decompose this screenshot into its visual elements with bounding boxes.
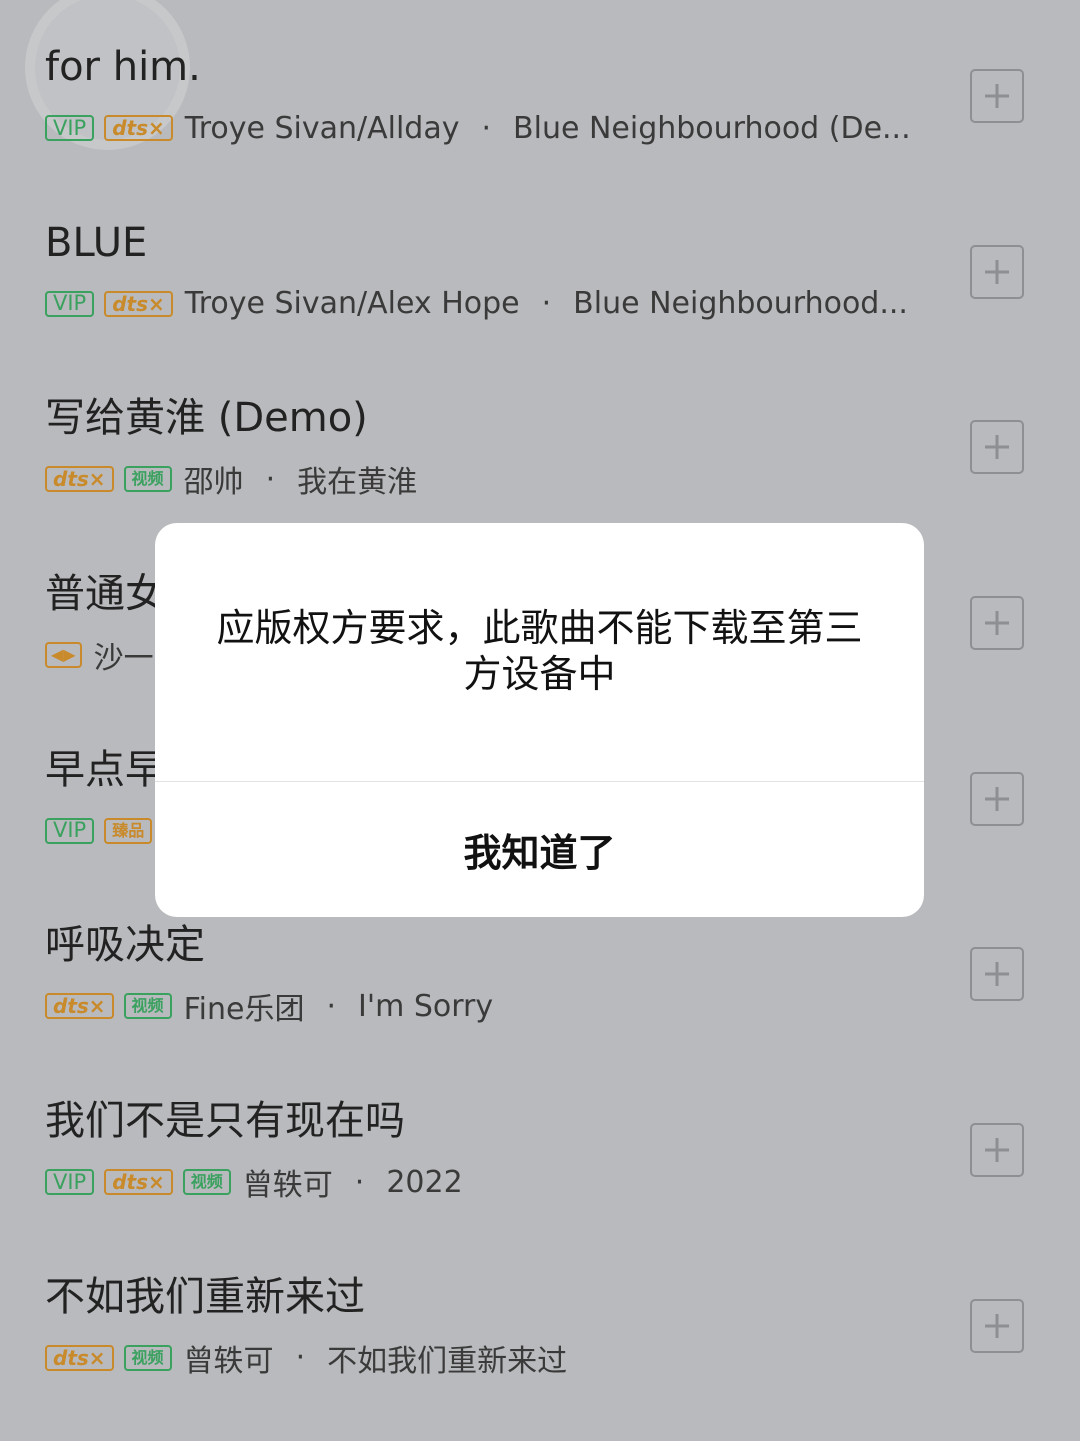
separator-dot: · [295, 1340, 306, 1376]
song-meta: ◀▶ 沙一 [45, 635, 154, 675]
song-row[interactable]: BLUE VIP dts× Troye Sivan/Alex Hope · Blue Ne… [0, 176, 1080, 352]
song-album: 2022 [386, 1164, 463, 1200]
song-title: 普通女 [45, 571, 165, 618]
separator-dot: · [326, 988, 336, 1024]
plus-icon [985, 962, 1009, 987]
song-title: 写给黄淮 (Demo) [45, 395, 368, 442]
song-artist: 曾轶可 [183, 1343, 274, 1378]
add-to-playlist-button[interactable] [970, 771, 1024, 826]
dts-badge: dts× [45, 993, 114, 1020]
dts-badge: dts× [104, 290, 173, 317]
separator-dot: · [541, 286, 552, 322]
song-album: Blue Neighbourhood (De... [513, 110, 911, 146]
song-title: for him. [45, 44, 201, 90]
song-title: 呼吸决定 [45, 922, 205, 969]
song-row[interactable]: 写给黄淮 (Demo) dts× 视频 邵帅 · 我在黄淮 [0, 351, 1080, 527]
song-album: 不如我们重新来过 [327, 1343, 568, 1378]
song-title: 早点早 [45, 746, 165, 793]
song-title: 不如我们重新来过 [45, 1273, 365, 1320]
plus-icon [985, 435, 1009, 460]
dts-badge: dts× [104, 1169, 173, 1196]
mv-badge: ◀▶ [45, 642, 82, 669]
song-album: Blue Neighbourhood... [573, 286, 908, 322]
add-to-playlist-button[interactable] [970, 1123, 1024, 1178]
song-artist: 曾轶可 [242, 1168, 333, 1203]
song-artist: Fine乐团 [183, 992, 305, 1027]
dialog-confirm-button[interactable]: 我知道了 [155, 782, 924, 917]
separator-dot: · [354, 1164, 365, 1200]
add-to-playlist-button[interactable] [970, 947, 1024, 1002]
dts-badge: dts× [45, 466, 114, 493]
vip-badge: VIP [45, 1169, 95, 1196]
song-meta: VIP dts× 视频 曾轶可 · 2022 [45, 1162, 463, 1202]
song-artist: Troye Sivan/Allday [184, 110, 460, 146]
song-meta: dts× 视频 邵帅 · 我在黄淮 [45, 459, 417, 499]
plus-icon [985, 786, 1009, 811]
plus-icon [985, 611, 1009, 636]
separator-dot: · [265, 461, 276, 497]
song-row[interactable]: 不如我们重新来过 dts× 视频 曾轶可 · 不如我们重新来过 [0, 1230, 1080, 1406]
song-meta: VIP 臻品 [45, 811, 162, 851]
add-to-playlist-button[interactable] [970, 244, 1024, 299]
add-to-playlist-button[interactable] [970, 596, 1024, 651]
song-row[interactable]: for him. VIP dts× Troye Sivan/Allday · Blue N… [0, 0, 1080, 176]
dts-badge: dts× [45, 1344, 114, 1371]
song-meta: dts× 视频 曾轶可 · 不如我们重新来过 [45, 1338, 567, 1378]
hq-badge: 臻品 [104, 817, 153, 844]
video-badge: 视频 [123, 466, 172, 493]
song-artist: Troye Sivan/Alex Hope [184, 286, 520, 322]
dialog-message: 应版权方要求，此歌曲不能下载至第三方设备中 [216, 606, 863, 696]
copyright-alert-dialog: 应版权方要求，此歌曲不能下载至第三方设备中 我知道了 [155, 523, 924, 917]
video-badge: 视频 [123, 1344, 172, 1371]
song-meta: VIP dts× Troye Sivan/Allday · Blue Neighbour… [45, 108, 911, 148]
add-to-playlist-button[interactable] [970, 1298, 1024, 1353]
song-artist: 邵帅 [183, 465, 244, 500]
plus-icon [985, 1313, 1009, 1338]
vip-badge: VIP [45, 115, 95, 141]
song-title: 我们不是只有现在吗 [45, 1098, 405, 1145]
plus-icon [985, 84, 1009, 108]
song-album: I'm Sorry [358, 988, 494, 1024]
vip-badge: VIP [45, 290, 95, 317]
song-album: 我在黄淮 [297, 465, 418, 500]
video-badge: 视频 [182, 1169, 231, 1196]
dts-badge: dts× [104, 115, 173, 141]
add-to-playlist-button[interactable] [970, 420, 1024, 475]
song-meta: VIP dts× Troye Sivan/Alex Hope · Blue Neighb… [45, 284, 908, 324]
vip-badge: VIP [45, 817, 95, 844]
song-artist: 沙一 [93, 641, 154, 676]
separator-dot: · [481, 110, 492, 146]
song-title: BLUE [45, 219, 148, 266]
song-row[interactable]: 我们不是只有现在吗 VIP dts× 视频 曾轶可 · 2022 [0, 1054, 1080, 1230]
plus-icon [985, 259, 1009, 284]
plus-icon [985, 1138, 1009, 1163]
song-meta: dts× 视频 Fine乐团 · I'm Sorry [45, 986, 493, 1026]
add-to-playlist-button[interactable] [970, 69, 1024, 123]
video-badge: 视频 [123, 993, 172, 1020]
